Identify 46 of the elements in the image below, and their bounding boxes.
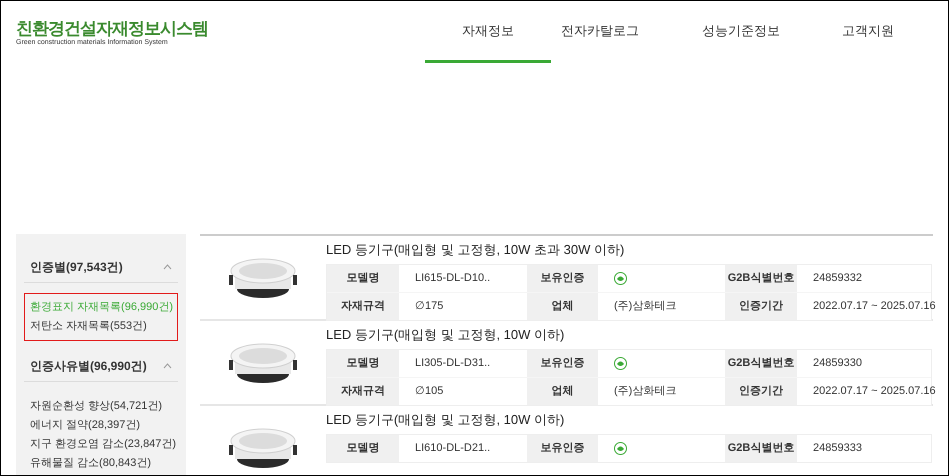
- field-value: 24859332: [813, 271, 862, 286]
- field-label: 자재규격: [327, 293, 399, 320]
- field-label: 자재규격: [327, 378, 399, 405]
- eco-label-icon: [614, 357, 627, 370]
- eco-label-icon: [614, 272, 627, 285]
- field-label: 보유인증: [527, 265, 598, 292]
- field-label: 업체: [527, 378, 598, 405]
- field-label: 모델명: [327, 350, 399, 377]
- field-label: 모델명: [327, 265, 399, 292]
- nav-tab[interactable]: 성능기준정보: [676, 1, 806, 63]
- field-label: G2B식별번호: [725, 435, 797, 462]
- field-value: (주)삼화테크: [614, 299, 676, 314]
- field-label: 인증기간: [725, 293, 797, 320]
- sidebar-link[interactable]: 저탄소 자재목록(553건): [30, 317, 172, 336]
- field-label: 보유인증: [527, 350, 598, 377]
- sidebar-link[interactable]: 에너지 절약(28,397건): [30, 416, 172, 435]
- field-label: 인증기간: [725, 378, 797, 405]
- field-label: 업체: [527, 293, 598, 320]
- product-title[interactable]: LED 등기구(매입형 및 고정형, 10W 이하): [326, 411, 933, 429]
- nav-tab[interactable]: 고객지원: [806, 1, 930, 63]
- sidebar-link[interactable]: 유해물질 감소(80,843건): [30, 454, 172, 473]
- field-value: LI305-DL-D31..: [415, 356, 490, 372]
- logo-title: 친환경건설자재정보시스템: [16, 20, 208, 38]
- field-value: ∅175: [415, 299, 444, 314]
- field-value: (주)삼화테크: [614, 384, 676, 400]
- product-title[interactable]: LED 등기구(매입형 및 고정형, 10W 초과 30W 이하): [326, 241, 933, 259]
- field-value: 2022.07.17 ~ 2025.07.16: [813, 299, 936, 314]
- product-title[interactable]: LED 등기구(매입형 및 고정형, 10W 이하): [326, 326, 933, 344]
- nav-tab[interactable]: 자재정보: [425, 1, 551, 63]
- chevron-up-icon[interactable]: [163, 363, 172, 369]
- field-value: 2022.07.17 ~ 2025.07.16: [813, 384, 936, 400]
- field-label: G2B식별번호: [725, 350, 797, 377]
- field-value: 24859330: [813, 356, 862, 372]
- field-value: 24859333: [813, 441, 862, 456]
- group-title: 인증사유별(96,990건): [30, 358, 147, 375]
- chevron-up-icon[interactable]: [163, 264, 172, 270]
- nav-tab[interactable]: 전자카탈로그: [551, 1, 649, 63]
- eco-label-icon: [614, 442, 627, 455]
- field-value: ∅105: [415, 384, 444, 400]
- field-value: LI610-DL-D21..: [415, 441, 490, 456]
- field-value: LI615-DL-D10..: [415, 271, 490, 286]
- field-label: 모델명: [327, 435, 399, 462]
- sidebar-link[interactable]: 자원순환성 향상(54,721건): [30, 397, 172, 416]
- field-label: 보유인증: [527, 435, 598, 462]
- group-title: 인증별(97,543건): [30, 259, 123, 276]
- field-label: G2B식별번호: [725, 265, 797, 292]
